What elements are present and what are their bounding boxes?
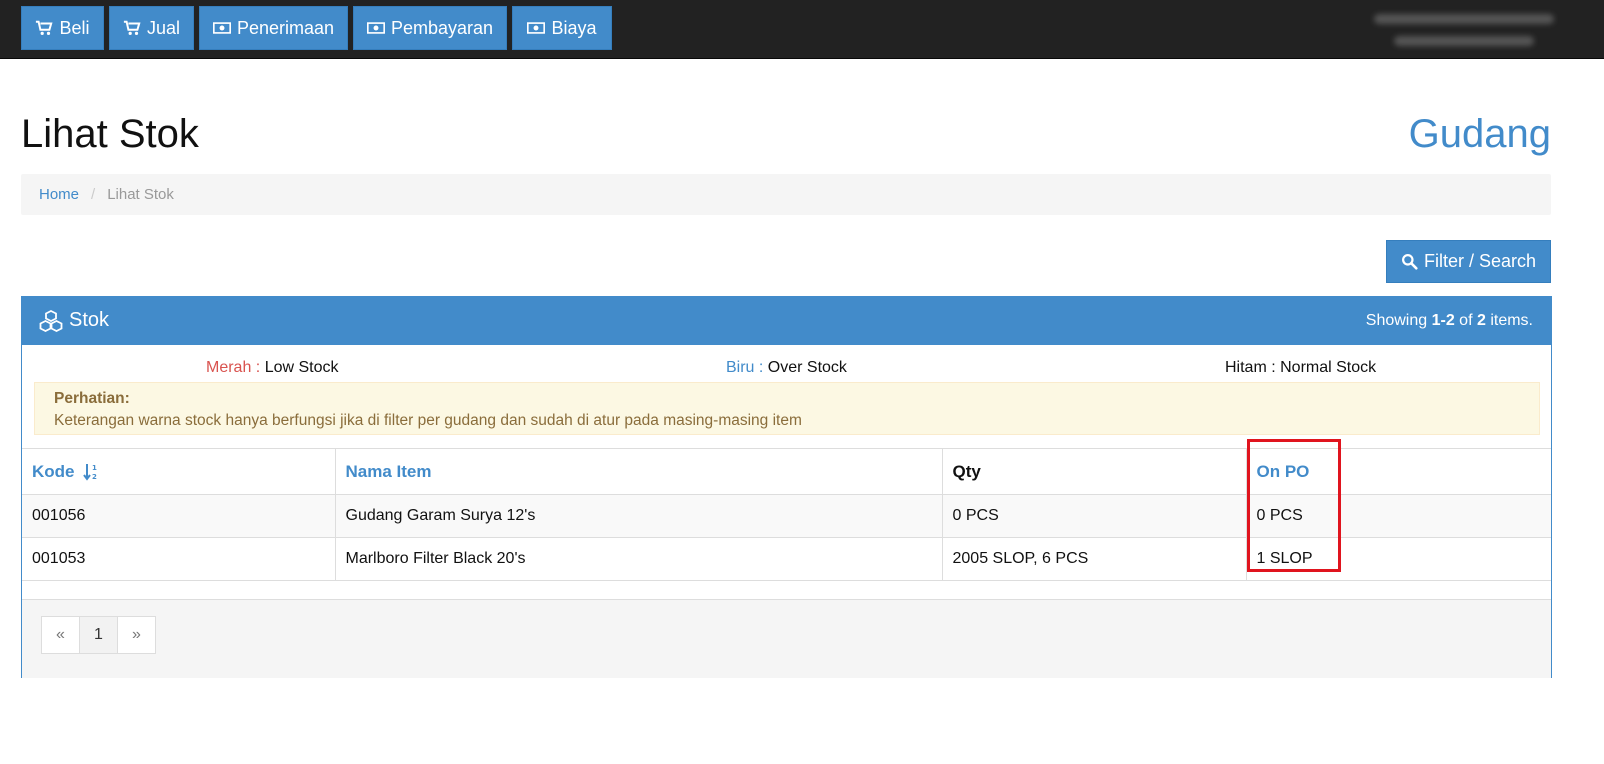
nav-button-pembayaran[interactable]: Pembayaran xyxy=(353,6,507,50)
column-header-kode[interactable]: Kode 1 2 xyxy=(22,448,336,495)
warehouse-title: Gudang xyxy=(1408,112,1551,156)
table-header-row: Kode 1 2 Nama Item Qty On PO xyxy=(22,448,1551,495)
legend-low-stock: Merah : Low Stock xyxy=(206,359,339,376)
top-navbar: Beli Jual Penerimaan Pembayaran Biaya xyxy=(0,0,1604,59)
legend-over-stock: Biru : Over Stock xyxy=(726,359,847,376)
nav-button-biaya[interactable]: Biaya xyxy=(512,6,612,50)
money-icon xyxy=(527,22,546,34)
column-header-qty: Qty xyxy=(941,448,1247,495)
cell-kode: 001056 xyxy=(22,494,336,538)
breadcrumb: Home / Lihat Stok xyxy=(21,174,1551,215)
money-icon xyxy=(366,22,385,34)
money-icon xyxy=(212,22,231,34)
column-header-on-po[interactable]: On PO xyxy=(1245,448,1551,495)
nav-button-label: Biaya xyxy=(551,17,597,38)
panel-title: Stok xyxy=(39,309,109,332)
nav-button-beli[interactable]: Beli xyxy=(21,6,104,50)
nav-button-label: Beli xyxy=(59,17,90,38)
pagination: « 1 » xyxy=(41,616,156,654)
search-icon xyxy=(1401,254,1418,270)
alert-message: Keterangan warna stock hanya berfungsi j… xyxy=(54,412,802,429)
warning-alert: Perhatian: Keterangan warna stock hanya … xyxy=(34,382,1540,435)
alert-title: Perhatian: xyxy=(54,390,130,407)
nav-button-label: Penerimaan xyxy=(236,17,335,38)
nav-button-penerimaan[interactable]: Penerimaan xyxy=(199,6,348,50)
cell-on-po: 1 SLOP xyxy=(1245,537,1551,581)
cell-kode: 001053 xyxy=(22,537,336,581)
pagination-prev[interactable]: « xyxy=(41,616,80,654)
table-row: 001053 Marlboro Filter Black 20's 2005 S… xyxy=(22,537,1551,581)
svg-text:1: 1 xyxy=(92,464,97,472)
sort-numeric-asc-icon: 1 2 xyxy=(83,464,97,481)
cell-qty: 0 PCS xyxy=(941,494,1247,538)
svg-text:2: 2 xyxy=(92,473,97,481)
column-header-nama-item[interactable]: Nama Item xyxy=(334,448,943,495)
pagination-page-1[interactable]: 1 xyxy=(79,616,118,654)
panel-heading: Stok Showing 1-2 of 2 items. xyxy=(22,297,1551,345)
pagination-next[interactable]: » xyxy=(117,616,156,654)
filter-search-button[interactable]: Filter / Search xyxy=(1386,240,1551,283)
filter-search-label: Filter / Search xyxy=(1423,251,1537,271)
panel-footer: « 1 » xyxy=(22,599,1551,678)
breadcrumb-current: Lihat Stok xyxy=(107,186,174,203)
items-summary: Showing 1-2 of 2 items. xyxy=(1365,312,1533,329)
cell-nama-item: Gudang Garam Surya 12's xyxy=(334,494,943,538)
cell-on-po: 0 PCS xyxy=(1245,494,1551,538)
legend-normal-stock: Hitam : Normal Stock xyxy=(1225,359,1377,376)
cell-nama-item: Marlboro Filter Black 20's xyxy=(334,537,943,581)
cubes-icon xyxy=(39,309,63,332)
user-info-blurred[interactable] xyxy=(1354,10,1554,50)
nav-button-label: Jual xyxy=(146,17,181,38)
nav-button-jual[interactable]: Jual xyxy=(109,6,194,50)
breadcrumb-separator: / xyxy=(91,186,96,203)
cart-icon xyxy=(123,20,141,36)
breadcrumb-home-link[interactable]: Home xyxy=(39,186,79,203)
nav-button-label: Pembayaran xyxy=(390,17,494,38)
page-title: Lihat Stok xyxy=(21,112,199,156)
cell-qty: 2005 SLOP, 6 PCS xyxy=(941,537,1247,581)
panel-title-text: Stok xyxy=(69,309,110,331)
table-row: 001056 Gudang Garam Surya 12's 0 PCS 0 P… xyxy=(22,494,1551,538)
cart-icon xyxy=(36,20,53,36)
stock-panel: Stok Showing 1-2 of 2 items. Merah : Low… xyxy=(21,296,1552,678)
stock-table: Kode 1 2 Nama Item Qty On PO 001056 Guda… xyxy=(22,448,1551,581)
